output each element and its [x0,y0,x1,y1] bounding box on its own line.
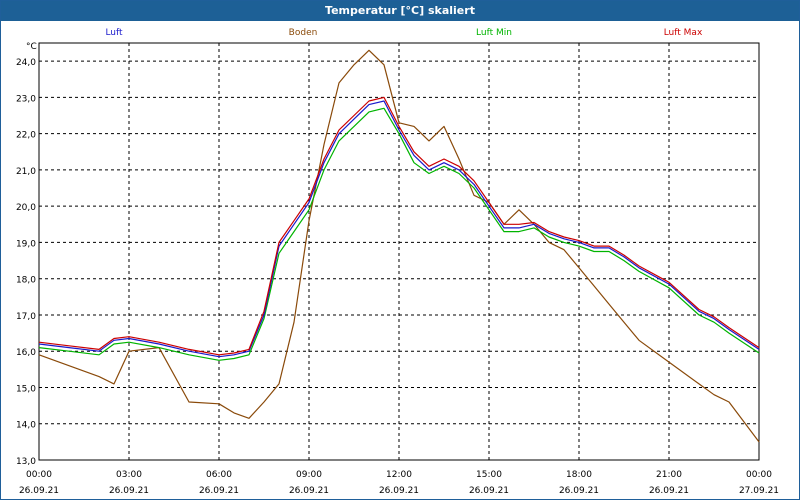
legend-label-luft: Luft [105,28,123,38]
y-tick-label: 21,0 [16,167,36,177]
x-tick-date-label: 26.09.21 [289,486,329,496]
chart-window: Temperatur [°C] skaliert 13,0 14,0 15,0 16,… [0,0,800,500]
x-tick-date-label: 26.09.21 [469,486,509,496]
x-tick-time-label: 03:00 [116,470,142,480]
x-tick-date-label: 26.09.21 [199,486,239,496]
y-tick-label: 19,0 [16,239,36,249]
y-tick-label: 23,0 [16,94,36,104]
x-tick-time-label: 21:00 [656,470,682,480]
x-tick-time-label: 12:00 [386,470,412,480]
x-tick-time-label: 00:00 [26,470,52,480]
x-tick-date-label: 26.09.21 [379,486,419,496]
y-tick-label: 18,0 [16,276,36,286]
legend-label-luft-min: Luft Min [476,28,512,38]
y-tick-label: 17,0 [16,312,36,322]
y-tick-label: 15,0 [16,384,36,394]
x-tick-date-label: 26.09.21 [19,486,59,496]
x-tick-time-label: 00:00 [746,470,772,480]
x-tick-date-label: 26.09.21 [109,486,149,496]
y-tick-label: 16,0 [16,348,36,358]
x-tick-time-label: 15:00 [476,470,502,480]
x-tick-time-label: 09:00 [296,470,322,480]
y-tick-label: 24,0 [16,58,36,68]
y-tick-label: 13,0 [16,457,36,467]
x-tick-time-label: 06:00 [206,470,232,480]
x-tick-date-label: 26.09.21 [559,486,599,496]
y-tick-label: 22,0 [16,131,36,141]
y-tick-label: 14,0 [16,421,36,431]
y-tick-label: 20,0 [16,203,36,213]
legend-label-boden: Boden [289,28,318,38]
chart-canvas: 13,0 14,0 15,0 16,0 17,0 18,0 19,0 20,0 21,0 22,0… [16,28,779,496]
x-tick-date-label: 27.09.21 [739,486,779,496]
x-tick-time-label: 18:00 [566,470,592,480]
x-tick-date-label: 26.09.21 [649,486,689,496]
y-axis-unit-label: °C [26,42,37,52]
legend-label-luft-max: Luft Max [664,28,703,38]
